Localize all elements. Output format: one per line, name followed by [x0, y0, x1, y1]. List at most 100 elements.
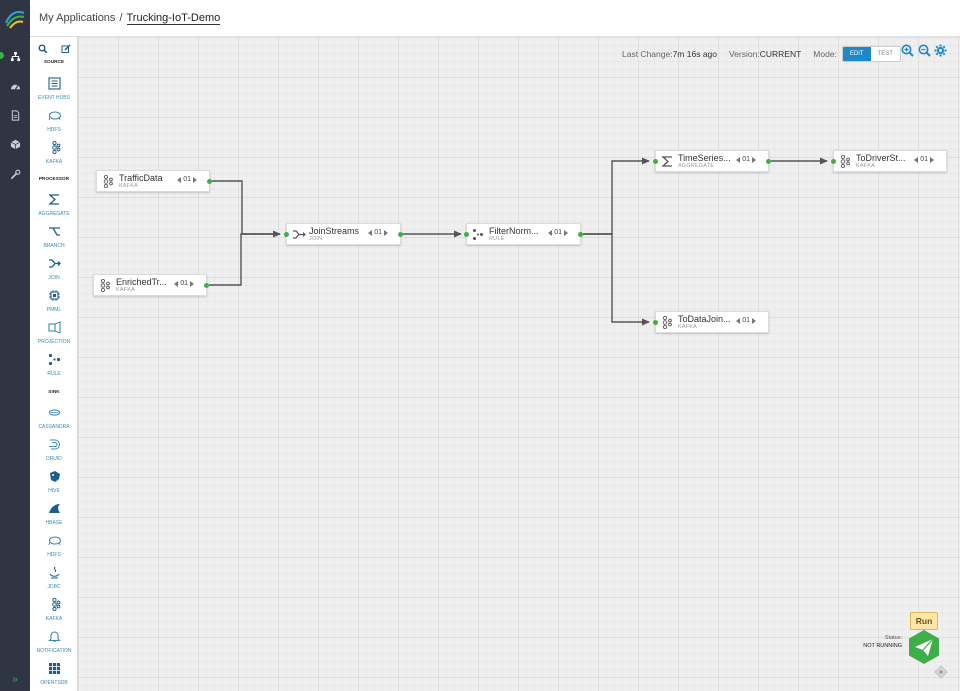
- settings-gear-icon[interactable]: [934, 44, 947, 57]
- palette-item-opentsdb[interactable]: OPENTSDB: [30, 662, 78, 691]
- palette-search-icon[interactable]: [38, 41, 48, 54]
- input-port[interactable]: [653, 320, 658, 325]
- palette-item-event-hubs[interactable]: EVENT HUBS: [30, 77, 78, 107]
- output-port[interactable]: [578, 232, 583, 237]
- output-port[interactable]: [398, 232, 403, 237]
- parallelism-value: 01: [554, 229, 562, 236]
- parallelism-control: 01: [736, 156, 756, 163]
- version-value: CURRENT: [759, 49, 802, 59]
- palette-item-cassandra[interactable]: CASSANDRA: [30, 406, 78, 436]
- input-port[interactable]: [464, 232, 469, 237]
- palette-item-hdfs-sink[interactable]: HDFS: [30, 534, 78, 564]
- node-title: TimeSeries...: [678, 153, 731, 163]
- app-logo-icon[interactable]: [3, 7, 27, 31]
- decrease-parallelism-icon[interactable]: [914, 156, 919, 163]
- palette-item-hive[interactable]: HIVE: [30, 470, 78, 500]
- increase-parallelism-icon[interactable]: [752, 317, 756, 324]
- node-joinstreams[interactable]: JoinStreams JOIN 01: [284, 223, 403, 245]
- palette-item-kafka-source[interactable]: KAFKA: [30, 141, 78, 171]
- version-label: Version:: [729, 49, 760, 59]
- kafka-icon: [103, 175, 113, 188]
- node-trafficdata[interactable]: TrafficData KAFKA 01: [96, 170, 212, 192]
- mode-toggle: EDIT TEST: [841, 46, 901, 62]
- node-filternormalize[interactable]: FilterNorm... RULE 01: [464, 223, 583, 245]
- parallelism-value: 01: [742, 156, 750, 163]
- node-todatajoin[interactable]: ToDataJoin... KAFKA 01: [653, 311, 769, 333]
- nav-packages[interactable]: [0, 133, 30, 155]
- hbase-icon: [49, 504, 60, 513]
- mode-test-button[interactable]: TEST: [870, 47, 900, 61]
- mode-edit-button[interactable]: EDIT: [842, 47, 871, 61]
- increase-parallelism-icon[interactable]: [930, 156, 934, 163]
- palette-item-pmml[interactable]: PMML: [30, 289, 78, 319]
- palette-item-label: BRANCH: [43, 243, 65, 249]
- package-icon: [10, 139, 20, 149]
- decrease-parallelism-icon[interactable]: [368, 229, 373, 236]
- palette-item-jdbc[interactable]: JDBC: [30, 566, 78, 596]
- breadcrumb-separator: /: [119, 12, 123, 24]
- palette-item-notification[interactable]: NOTIFICATION: [30, 630, 78, 660]
- node-type: KAFKA: [119, 183, 139, 189]
- palette-edit-icon[interactable]: [61, 41, 71, 53]
- nav-dashboard[interactable]: [0, 75, 30, 97]
- document-icon: [11, 109, 19, 121]
- kafka-icon: [840, 155, 850, 168]
- breadcrumb-parent[interactable]: My Applications: [39, 12, 115, 25]
- node-todriverstats[interactable]: ToDriverSt... KAFKA 01: [831, 150, 947, 172]
- palette-item-druid[interactable]: DRUID: [30, 438, 78, 468]
- parallelism-control: 01: [914, 156, 934, 163]
- increase-parallelism-icon[interactable]: [190, 280, 194, 287]
- output-port[interactable]: [766, 159, 771, 164]
- increase-parallelism-icon[interactable]: [193, 176, 197, 183]
- nav-settings[interactable]: [0, 163, 30, 185]
- decrease-parallelism-icon[interactable]: [548, 229, 553, 236]
- palette-item-rule[interactable]: RULE: [30, 353, 78, 383]
- breadcrumb-app-name[interactable]: Trucking-IoT-Demo: [126, 12, 221, 25]
- node-title: TrafficData: [119, 173, 163, 183]
- header: My Applications / Trucking-IoT-Demo: [30, 0, 960, 37]
- opentsdb-icon: [49, 663, 60, 674]
- expand-nav-icon[interactable]: »: [0, 674, 30, 685]
- topology-info-bar: Last Change: 7m 16s ago Version: CURRENT…: [622, 46, 901, 62]
- input-port[interactable]: [831, 159, 836, 164]
- increase-parallelism-icon[interactable]: [752, 156, 756, 163]
- parallelism-control: 01: [177, 176, 197, 183]
- topology-canvas[interactable]: [78, 37, 960, 691]
- decrease-parallelism-icon[interactable]: [174, 280, 179, 287]
- aggregate-icon: [661, 156, 672, 167]
- node-timeseries[interactable]: TimeSeries... AGGREGATE 01: [653, 150, 771, 172]
- input-port[interactable]: [284, 232, 289, 237]
- palette-item-projection[interactable]: PROJECTION: [30, 321, 78, 351]
- increase-parallelism-icon[interactable]: [384, 229, 388, 236]
- decrease-parallelism-icon[interactable]: [736, 317, 741, 324]
- palette-item-kafka-sink[interactable]: KAFKA: [30, 598, 78, 628]
- parallelism-control: 01: [736, 317, 756, 324]
- input-port[interactable]: [653, 159, 658, 164]
- zoom-out-icon[interactable]: [918, 44, 931, 57]
- node-type: KAFKA: [678, 324, 698, 330]
- nav-documents[interactable]: [0, 104, 30, 126]
- output-port[interactable]: [204, 283, 209, 288]
- palette-item-join[interactable]: JOIN: [30, 257, 78, 287]
- palette-item-aggregate[interactable]: AGGREGATE: [30, 193, 78, 223]
- palette-item-branch[interactable]: BRANCH: [30, 225, 78, 255]
- palette-item-label: CASSANDRA: [38, 424, 70, 430]
- jdbc-icon: [49, 566, 60, 579]
- run-button[interactable]: Run: [910, 612, 938, 630]
- parallelism-value: 01: [183, 176, 191, 183]
- decrease-parallelism-icon[interactable]: [177, 176, 182, 183]
- increase-parallelism-icon[interactable]: [564, 229, 568, 236]
- decrease-parallelism-icon[interactable]: [736, 156, 741, 163]
- minimap-toggle-icon[interactable]: [934, 665, 948, 679]
- run-deploy-icon[interactable]: [906, 629, 942, 665]
- palette-item-label: HDFS: [47, 127, 61, 133]
- output-port[interactable]: [207, 179, 212, 184]
- zoom-in-icon[interactable]: [901, 44, 914, 57]
- palette-item-hdfs-source[interactable]: HDFS: [30, 109, 78, 139]
- node-enrichedtruckdata[interactable]: EnrichedTr... KAFKA 01: [93, 274, 209, 296]
- palette-item-label: HBASE: [45, 520, 63, 526]
- palette-item-hbase[interactable]: HBASE: [30, 502, 78, 532]
- event-hubs-icon: [48, 77, 61, 90]
- nav-topology[interactable]: [0, 45, 30, 67]
- node-type: JOIN: [309, 236, 323, 242]
